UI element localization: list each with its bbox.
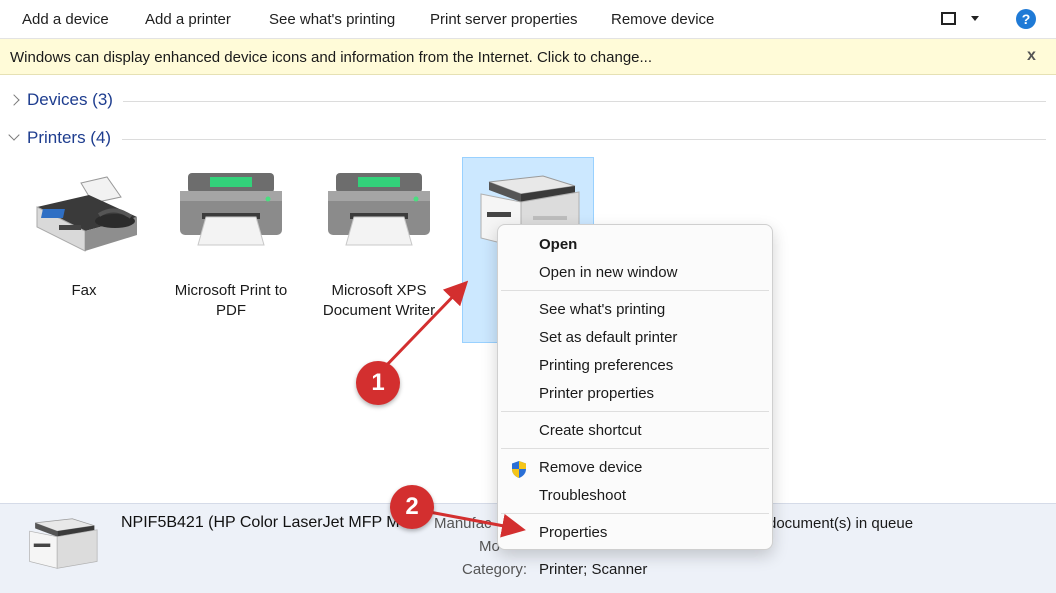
see-whats-printing-button[interactable]: See what's printing bbox=[269, 11, 395, 28]
printer-item-microsoft-xps-document-writer[interactable]: Microsoft XPS Document Writer bbox=[313, 157, 445, 343]
menu-item-label: See what's printing bbox=[539, 301, 666, 318]
device-name: NPIF5B421 (HP Color LaserJet MFP M bbox=[121, 514, 400, 531]
menu-item-remove-device[interactable]: Remove device bbox=[498, 454, 772, 482]
menu-item-open[interactable]: Open bbox=[498, 231, 772, 259]
info-bar-message[interactable]: Windows can display enhanced device icon… bbox=[10, 49, 652, 66]
step-badge-1: 1 bbox=[356, 361, 400, 405]
group-divider bbox=[123, 101, 1046, 102]
info-bar[interactable]: Windows can display enhanced device icon… bbox=[0, 39, 1056, 75]
devices-group-title[interactable]: Devices (3) bbox=[27, 90, 113, 110]
mfp-printer-thumbnail-icon bbox=[29, 518, 98, 569]
fax-icon bbox=[36, 176, 137, 252]
menu-item-troubleshoot[interactable]: Troubleshoot bbox=[498, 482, 772, 510]
printers-group-title[interactable]: Printers (4) bbox=[27, 128, 111, 148]
help-icon[interactable]: ? bbox=[1016, 9, 1036, 29]
command-bar: Add a device Add a printer See what's pr… bbox=[0, 0, 1056, 39]
menu-item-label: Set as default printer bbox=[539, 329, 678, 346]
menu-item-label: Open in new window bbox=[539, 264, 678, 281]
menu-item-label: Open bbox=[539, 236, 578, 253]
print-server-properties-button[interactable]: Print server properties bbox=[430, 11, 578, 28]
add-printer-button[interactable]: Add a printer bbox=[145, 11, 231, 28]
context-menu: Open Open in new window See what's print… bbox=[497, 224, 773, 550]
manufacturer-label: Manufac bbox=[434, 515, 492, 532]
menu-item-set-default-printer[interactable]: Set as default printer bbox=[498, 324, 772, 352]
uac-shield-icon bbox=[512, 461, 526, 478]
menu-separator bbox=[501, 290, 769, 291]
queue-status: document(s) in queue bbox=[768, 515, 914, 532]
group-divider bbox=[122, 139, 1046, 140]
printer-item-fax[interactable]: Fax bbox=[18, 157, 150, 343]
menu-item-label: Properties bbox=[539, 524, 608, 541]
menu-item-label: Remove device bbox=[539, 459, 643, 476]
change-view-icon[interactable] bbox=[941, 12, 956, 25]
chevron-down-icon[interactable] bbox=[8, 129, 20, 141]
menu-item-create-shortcut[interactable]: Create shortcut bbox=[498, 417, 772, 445]
close-icon[interactable]: x bbox=[1027, 47, 1036, 65]
menu-item-label: Printing preferences bbox=[539, 357, 674, 374]
printer-item-microsoft-print-to-pdf[interactable]: Microsoft Print to PDF bbox=[165, 157, 297, 343]
menu-item-properties[interactable]: Properties bbox=[498, 519, 772, 547]
menu-item-see-whats-printing[interactable]: See what's printing bbox=[498, 296, 772, 324]
add-device-button[interactable]: Add a device bbox=[22, 11, 109, 28]
menu-separator bbox=[501, 513, 769, 514]
view-dropdown-icon[interactable] bbox=[971, 16, 979, 21]
category-value: Printer; Scanner bbox=[539, 561, 648, 578]
printer-label[interactable]: Fax bbox=[18, 281, 150, 301]
remove-device-button[interactable]: Remove device bbox=[611, 11, 714, 28]
printer-icon bbox=[180, 173, 282, 246]
printer-icon bbox=[328, 173, 430, 246]
chevron-right-icon[interactable] bbox=[8, 94, 20, 106]
category-label: Category: bbox=[462, 561, 528, 578]
menu-separator bbox=[501, 448, 769, 449]
menu-item-label: Troubleshoot bbox=[539, 487, 626, 504]
printers-group-header[interactable]: Printers (4) bbox=[0, 127, 1056, 155]
menu-item-printing-preferences[interactable]: Printing preferences bbox=[498, 352, 772, 380]
menu-item-printer-properties[interactable]: Printer properties bbox=[498, 380, 772, 408]
printer-label[interactable]: Microsoft Print to PDF bbox=[165, 281, 297, 321]
menu-item-label: Create shortcut bbox=[539, 422, 642, 439]
menu-item-open-in-new-window[interactable]: Open in new window bbox=[498, 259, 772, 287]
devices-group-header[interactable]: Devices (3) bbox=[0, 89, 1056, 117]
menu-item-label: Printer properties bbox=[539, 385, 655, 402]
printer-label[interactable]: Microsoft XPS Document Writer bbox=[313, 281, 445, 321]
step-badge-2: 2 bbox=[390, 485, 434, 529]
menu-separator bbox=[501, 411, 769, 412]
devices-and-printers-window: Add a device Add a printer See what's pr… bbox=[0, 0, 1056, 593]
